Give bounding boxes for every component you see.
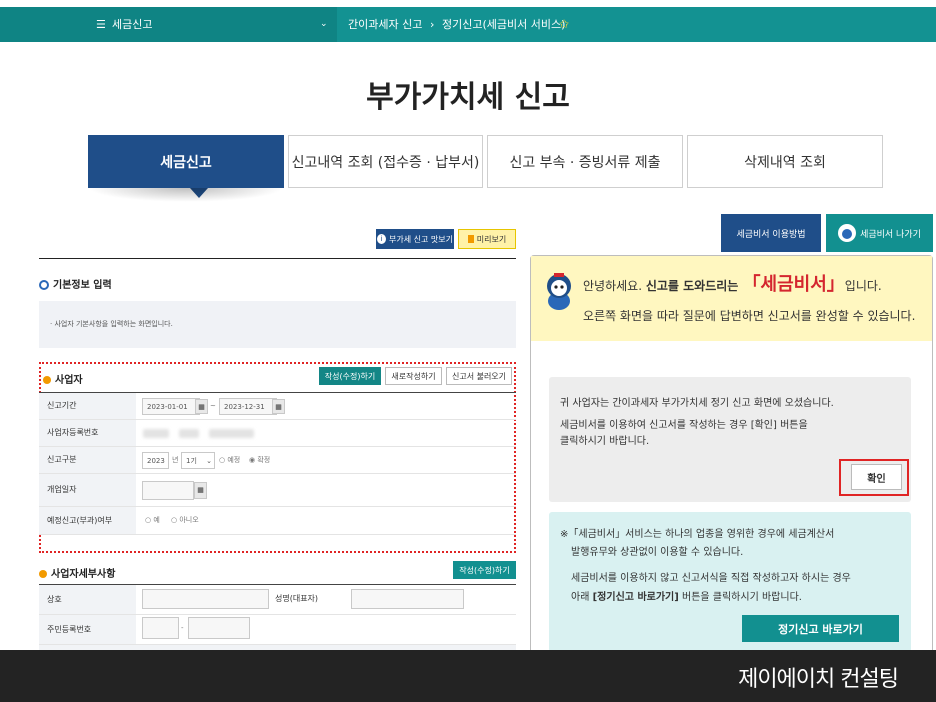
row-trade-name: 상호 성명(대표자) — [39, 585, 516, 615]
calendar-icon[interactable]: ▦ — [194, 482, 207, 499]
period-start-input[interactable]: 2023-01-01 — [142, 398, 200, 415]
assistant-greeting — [531, 256, 932, 341]
prelim-label: 예정신고(부과)여부 — [39, 507, 136, 534]
nav-menu-label[interactable]: 세금신고 — [112, 7, 152, 42]
tab-tax-filing[interactable]: 세금신고 — [88, 135, 284, 188]
tab-filing-history[interactable]: 신고내역 조회 (접수증 · 납부서) — [288, 135, 483, 188]
bullet-icon — [39, 570, 47, 578]
open-date-label: 개업일자 — [39, 474, 136, 506]
year-unit: 년 — [172, 456, 179, 464]
business-title: 사업자 — [43, 371, 83, 386]
page-title: 부가가치세 신고 — [366, 80, 570, 115]
chevron-right-icon: › — [430, 18, 435, 31]
open-date-input[interactable] — [142, 481, 194, 500]
row-open-date: 개업일자 ▦ — [39, 474, 516, 507]
resident-no-separator: - — [181, 624, 184, 632]
row-business-number: 사업자등록번호 — [39, 420, 516, 447]
greeting-line-2: 오른쪽 화면을 따라 질문에 답변하면 신고서를 완성할 수 있습니다. — [583, 309, 916, 323]
msg2-line-1: ※「세금비서」서비스는 하나의 업종을 영위한 경우에 세금계산서 — [560, 529, 835, 540]
msg2-line-2: 발행유무와 상관없이 이용할 수 있습니다. — [571, 547, 744, 558]
radio-prelim-yes[interactable]: ○ 예 — [145, 512, 160, 529]
favorite-star-icon[interactable]: ✩ — [559, 7, 569, 42]
preview-button[interactable]: 미리보기 — [458, 229, 516, 249]
radio-prelim[interactable]: ○ 예정 — [219, 452, 240, 469]
assistant-mascot-icon — [541, 271, 577, 311]
msg2-line-4: 아래 [정기신고 바로가기] 버튼을 클릭하시기 바랍니다. — [571, 592, 802, 603]
resident-no-front-input[interactable] — [142, 617, 179, 639]
msg1-line-3: 클릭하시기 바랍니다. — [560, 436, 650, 447]
biz-no-label: 사업자등록번호 — [39, 420, 136, 446]
bullet-icon — [43, 376, 51, 384]
assistant-mascot-icon — [838, 224, 857, 242]
owner-input[interactable] — [351, 589, 464, 609]
chevron-down-icon: ⌄ — [206, 457, 212, 465]
load-filing-button[interactable]: 신고서 불러오기 — [446, 367, 512, 385]
row-filing-type: 신고구분 2023 년 1기 ⌄ ○ 예정 ◉ 확정 — [39, 447, 516, 474]
assistant-exit-label: 세금비서 나가기 — [860, 229, 921, 240]
row-prelim-filing: 예정신고(부과)여부 ○ 예 ○ 아니오 — [39, 507, 516, 535]
preview-label: 미리보기 — [476, 234, 507, 244]
bullet-icon — [39, 280, 49, 290]
nav-menu-area[interactable] — [0, 7, 337, 42]
assistant-exit-button[interactable]: 세금비서 나가기 — [826, 214, 933, 252]
msg1-line-2: 세금비서를 이용하여 신고서를 작성하는 경우 [확인] 버튼을 — [560, 420, 808, 431]
redacted-value — [143, 429, 169, 438]
radio-prelim-no[interactable]: ○ 아니오 — [171, 512, 199, 529]
form-top-divider — [39, 258, 516, 259]
redacted-value — [179, 429, 199, 438]
resident-no-label: 주민등록번호 — [39, 615, 136, 644]
business-new-button[interactable]: 새로작성하기 — [385, 367, 442, 385]
breadcrumb-2[interactable]: 정기신고(세금비서 서비스) — [442, 7, 565, 42]
vat-guide-label: 부가세 신고 맛보기 — [389, 234, 453, 244]
type-label: 신고구분 — [39, 447, 136, 473]
vat-guide-button[interactable]: i 부가세 신고 맛보기 — [376, 229, 454, 249]
detail-edit-button[interactable]: 작성(수정)하기 — [453, 561, 516, 579]
detail-title: 사업자세부사항 — [39, 565, 115, 580]
owner-label: 성명(대표자) — [275, 594, 319, 603]
resident-no-back-input[interactable] — [188, 617, 250, 639]
radio-final[interactable]: ◉ 확정 — [249, 452, 270, 469]
confirm-button[interactable]: 확인 — [851, 464, 902, 490]
business-edit-button[interactable]: 작성(수정)하기 — [319, 367, 381, 385]
greeting-line-1: 안녕하세요. 신고를 도와드리는 「세금비서」입니다. — [583, 274, 882, 295]
tab-deleted-history[interactable]: 삭제내역 조회 — [687, 135, 883, 188]
assistant-guide-button[interactable]: 세금비서 이용방법 — [721, 214, 821, 252]
active-tab-shadow — [88, 188, 284, 202]
redacted-value — [209, 429, 254, 438]
calendar-icon[interactable]: ▦ — [272, 399, 285, 414]
term-select[interactable]: 1기 ⌄ — [181, 452, 215, 469]
preview-icon — [467, 235, 474, 243]
period-label: 신고기간 — [39, 393, 136, 419]
breadcrumb-1[interactable]: 간이과세자 신고 — [348, 7, 422, 42]
calendar-icon[interactable]: ▦ — [195, 399, 208, 414]
tab-document-submit[interactable]: 신고 부속 · 증빙서류 제출 — [487, 135, 683, 188]
msg1-line-1: 귀 사업자는 간이과세자 부가가치세 정기 신고 화면에 오셨습니다. — [560, 398, 834, 409]
regular-filing-shortcut-button[interactable]: 정기신고 바로가기 — [742, 615, 899, 642]
row-resident-number: 주민등록번호 - — [39, 615, 516, 645]
period-separator: ~ — [210, 402, 216, 410]
row-period: 신고기간 2023-01-01 ▦ ~ 2023-12-31 ▦ — [39, 393, 516, 420]
trade-name-input[interactable] — [142, 589, 269, 609]
trade-name-label: 상호 — [39, 585, 136, 614]
period-end-input[interactable]: 2023-12-31 — [219, 398, 277, 415]
year-select[interactable]: 2023 — [142, 452, 169, 469]
msg2-line-3: 세금비서를 이용하지 않고 신고서식을 직접 작성하고자 하시는 경우 — [571, 573, 851, 584]
info-icon: i — [377, 234, 387, 244]
basic-info-desc: · 사업자 기본사항을 입력하는 화면입니다. — [50, 320, 173, 328]
chevron-down-icon[interactable]: ⌄ — [320, 7, 328, 42]
hamburger-icon[interactable]: ☰ — [96, 7, 106, 42]
footer-brand: 제이에이치 컨설팅 — [738, 667, 899, 692]
basic-info-title: 기본정보 입력 — [39, 276, 112, 291]
